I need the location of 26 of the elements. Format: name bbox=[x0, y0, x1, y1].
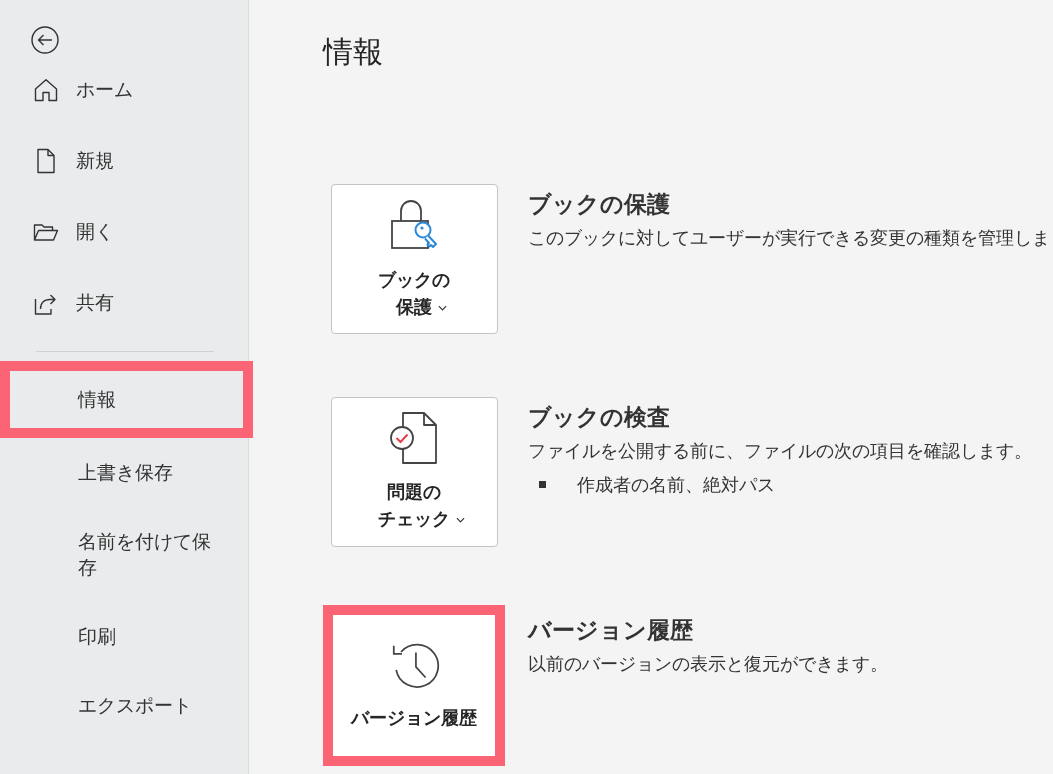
bullet-icon bbox=[539, 481, 546, 488]
back-button[interactable] bbox=[31, 26, 59, 54]
nav-item[interactable]: 新規 bbox=[0, 125, 248, 196]
nav-item[interactable]: 印刷 bbox=[0, 602, 248, 671]
nav-item[interactable]: 開く bbox=[0, 196, 248, 267]
document-check-icon bbox=[389, 411, 439, 465]
page-title: 情報 bbox=[323, 34, 384, 70]
nav-item[interactable]: ホーム bbox=[0, 54, 248, 125]
section-title: ブックの検査 bbox=[528, 403, 671, 430]
command-button[interactable]: バージョン履歴 bbox=[323, 604, 505, 766]
chevron-down-icon bbox=[456, 517, 465, 524]
section-description: 以前のバージョンの表示と復元ができます。 bbox=[528, 652, 889, 676]
command-button[interactable]: 問題のチェック bbox=[330, 397, 498, 547]
nav-item[interactable]: 共有 bbox=[0, 267, 248, 338]
section-title: バージョン履歴 bbox=[528, 616, 694, 643]
nav-item[interactable]: 上書き保存 bbox=[0, 438, 248, 507]
command-button[interactable]: ブックの保護 bbox=[330, 184, 498, 334]
section-description: ファイルを公開する前に、ファイルの次の項目を確認します。 bbox=[528, 439, 1033, 463]
bullet-text: 作成者の名前、絶対パス bbox=[577, 473, 775, 497]
nav-item[interactable]: 名前を付けて保存 bbox=[0, 507, 248, 602]
section-description: このブックに対してユーザーが実行できる変更の種類を管理しま bbox=[528, 226, 1051, 250]
nav-item[interactable]: エクスポート bbox=[0, 671, 248, 740]
chevron-down-icon bbox=[438, 305, 447, 312]
home-icon bbox=[33, 76, 59, 103]
section-title: ブックの保護 bbox=[528, 190, 671, 217]
nav-item[interactable]: 情報 bbox=[0, 361, 253, 438]
